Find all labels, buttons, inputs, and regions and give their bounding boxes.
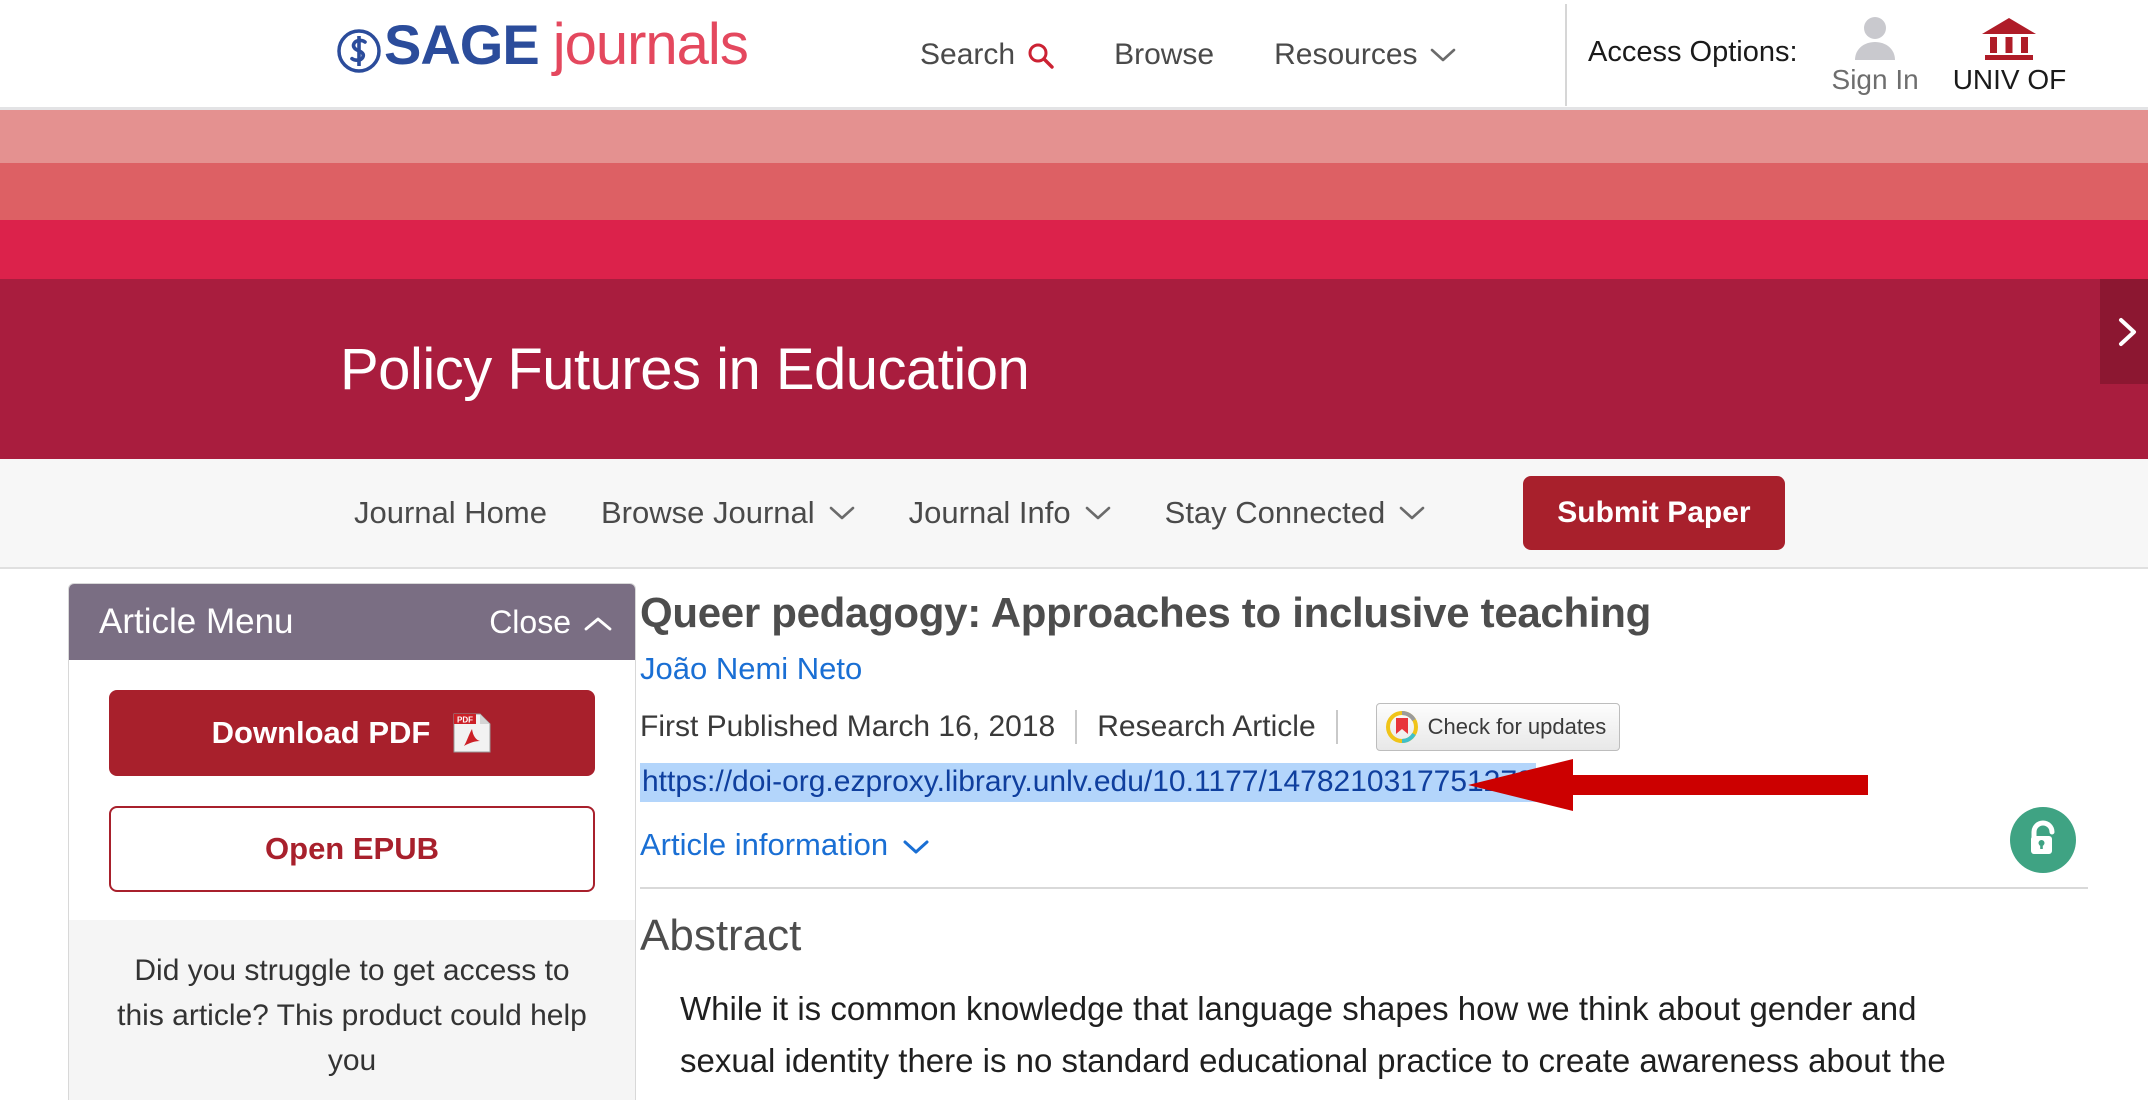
nav-item-resources[interactable]: Resources <box>1274 38 1455 72</box>
journal-nav-stay-connected-label: Stay Connected <box>1164 495 1386 530</box>
institution-bank-icon <box>1980 14 2038 62</box>
crossmark-check-for-updates-button[interactable]: Check for updates <box>1375 703 1621 751</box>
journal-nav-home[interactable]: Journal Home <box>354 495 547 531</box>
sage-wordmark: SAGE <box>336 12 540 77</box>
journal-nav-home-label: Journal Home <box>354 495 547 530</box>
abstract-heading: Abstract <box>640 911 802 960</box>
sage-circle-s-icon <box>336 22 382 73</box>
meta-divider <box>1335 710 1338 744</box>
sign-in-label: Sign In <box>1831 64 1919 95</box>
article-menu-promo: Did you struggle to get access to this a… <box>69 920 635 1100</box>
page-content: Article Menu Close Download PDF PDF Open… <box>0 569 2148 1100</box>
journal-nav-browse[interactable]: Browse Journal <box>601 495 855 531</box>
chevron-down-icon <box>829 505 855 521</box>
article-information-toggle[interactable]: Article information <box>640 827 930 863</box>
open-epub-button[interactable]: Open EPUB <box>109 806 595 892</box>
chevron-up-icon <box>583 604 613 641</box>
journals-text: journals <box>552 11 749 77</box>
article-author-link[interactable]: João Nemi Neto <box>640 651 2088 687</box>
chevron-down-icon <box>1085 505 1111 521</box>
banner-stripe-3 <box>0 220 2148 279</box>
first-published-date: First Published March 16, 2018 <box>640 710 1056 743</box>
pdf-file-icon: PDF <box>452 712 492 754</box>
journal-navigation: Journal Home Browse Journal Journal Info… <box>0 459 2148 569</box>
abstract-text: While it is common knowledge that langua… <box>680 990 1946 1100</box>
article-menu-promo-text: Did you struggle to get access to this a… <box>117 954 587 1077</box>
submit-paper-button[interactable]: Submit Paper <box>1523 476 1785 550</box>
banner-stripe-2 <box>0 163 2148 220</box>
banner-stripe-4: Policy Futures in Education <box>0 279 2148 459</box>
article-meta-row: First Published March 16, 2018 Research … <box>640 703 2088 751</box>
article-information-label: Article information <box>640 827 889 862</box>
article-menu-title: Article Menu <box>99 602 294 641</box>
section-divider <box>640 887 2088 889</box>
institution-label: UNIV OF <box>1952 64 2067 95</box>
access-options-group: Access Options: Sign In UNIV OF <box>1588 0 2066 110</box>
crossmark-logo-icon <box>1385 711 1418 743</box>
download-pdf-label: Download PDF <box>211 715 431 750</box>
sage-journals-logo[interactable]: SAGE journals <box>336 11 749 77</box>
chevron-down-icon <box>1399 505 1425 521</box>
nav-item-browse[interactable]: Browse <box>1114 38 1214 72</box>
svg-text:PDF: PDF <box>457 716 473 725</box>
journal-nav-items: Journal Home Browse Journal Journal Info… <box>354 476 1785 550</box>
nav-resources-label: Resources <box>1274 38 1418 71</box>
doi-link[interactable]: https://doi-org.ezproxy.library.unlv.edu… <box>640 763 1536 802</box>
journal-banner: Policy Futures in Education <box>0 110 2148 459</box>
journal-nav-stay-connected[interactable]: Stay Connected <box>1165 495 1426 531</box>
sidebar-column: Article Menu Close Download PDF PDF Open… <box>0 569 640 1100</box>
site-header: SAGE journals Search Browse Resources Ac… <box>0 0 2148 110</box>
article-menu-close-label: Close <box>489 603 571 640</box>
header-vertical-divider <box>1565 4 1567 106</box>
article-menu-header: Article Menu Close <box>69 584 635 660</box>
institution-access-button[interactable]: UNIV OF <box>1952 14 2067 96</box>
nav-browse-label: Browse <box>1114 38 1215 71</box>
nav-item-search[interactable]: Search <box>920 38 1054 72</box>
article-type: Research Article <box>1097 710 1316 743</box>
red-arrow-annotation-icon <box>1468 757 1868 813</box>
open-access-lock-icon[interactable] <box>2010 807 2076 873</box>
crossmark-label: Check for updates <box>1427 714 1607 739</box>
article-column: Queer pedagogy: Approaches to inclusive … <box>640 569 2148 1100</box>
article-menu-body: Download PDF PDF Open EPUB <box>69 660 635 920</box>
nav-search-label: Search <box>920 38 1016 71</box>
meta-divider <box>1075 710 1078 744</box>
article-menu-panel: Article Menu Close Download PDF PDF Open… <box>68 583 636 1100</box>
search-icon <box>1027 42 1054 69</box>
sign-in-button[interactable]: Sign In <box>1832 14 1919 96</box>
user-avatar-icon <box>1849 14 1901 62</box>
banner-stripe-1 <box>0 110 2148 163</box>
sage-text: SAGE <box>384 13 540 76</box>
article-title: Queer pedagogy: Approaches to inclusive … <box>640 589 1651 636</box>
doi-row: https://doi-org.ezproxy.library.unlv.edu… <box>640 759 2088 811</box>
chevron-right-icon <box>2110 315 2144 349</box>
primary-navigation: Search Browse Resources <box>920 0 1456 110</box>
article-menu-close-button[interactable]: Close <box>489 604 613 641</box>
download-pdf-button[interactable]: Download PDF PDF <box>109 690 595 776</box>
chevron-down-icon <box>902 827 930 863</box>
journal-nav-browse-label: Browse Journal <box>600 495 815 530</box>
journal-title: Policy Futures in Education <box>340 336 1030 402</box>
journal-nav-info[interactable]: Journal Info <box>909 495 1111 531</box>
chevron-down-icon <box>1430 47 1456 63</box>
journal-nav-info-label: Journal Info <box>908 495 1071 530</box>
access-options-label: Access Options: <box>1588 35 1798 68</box>
